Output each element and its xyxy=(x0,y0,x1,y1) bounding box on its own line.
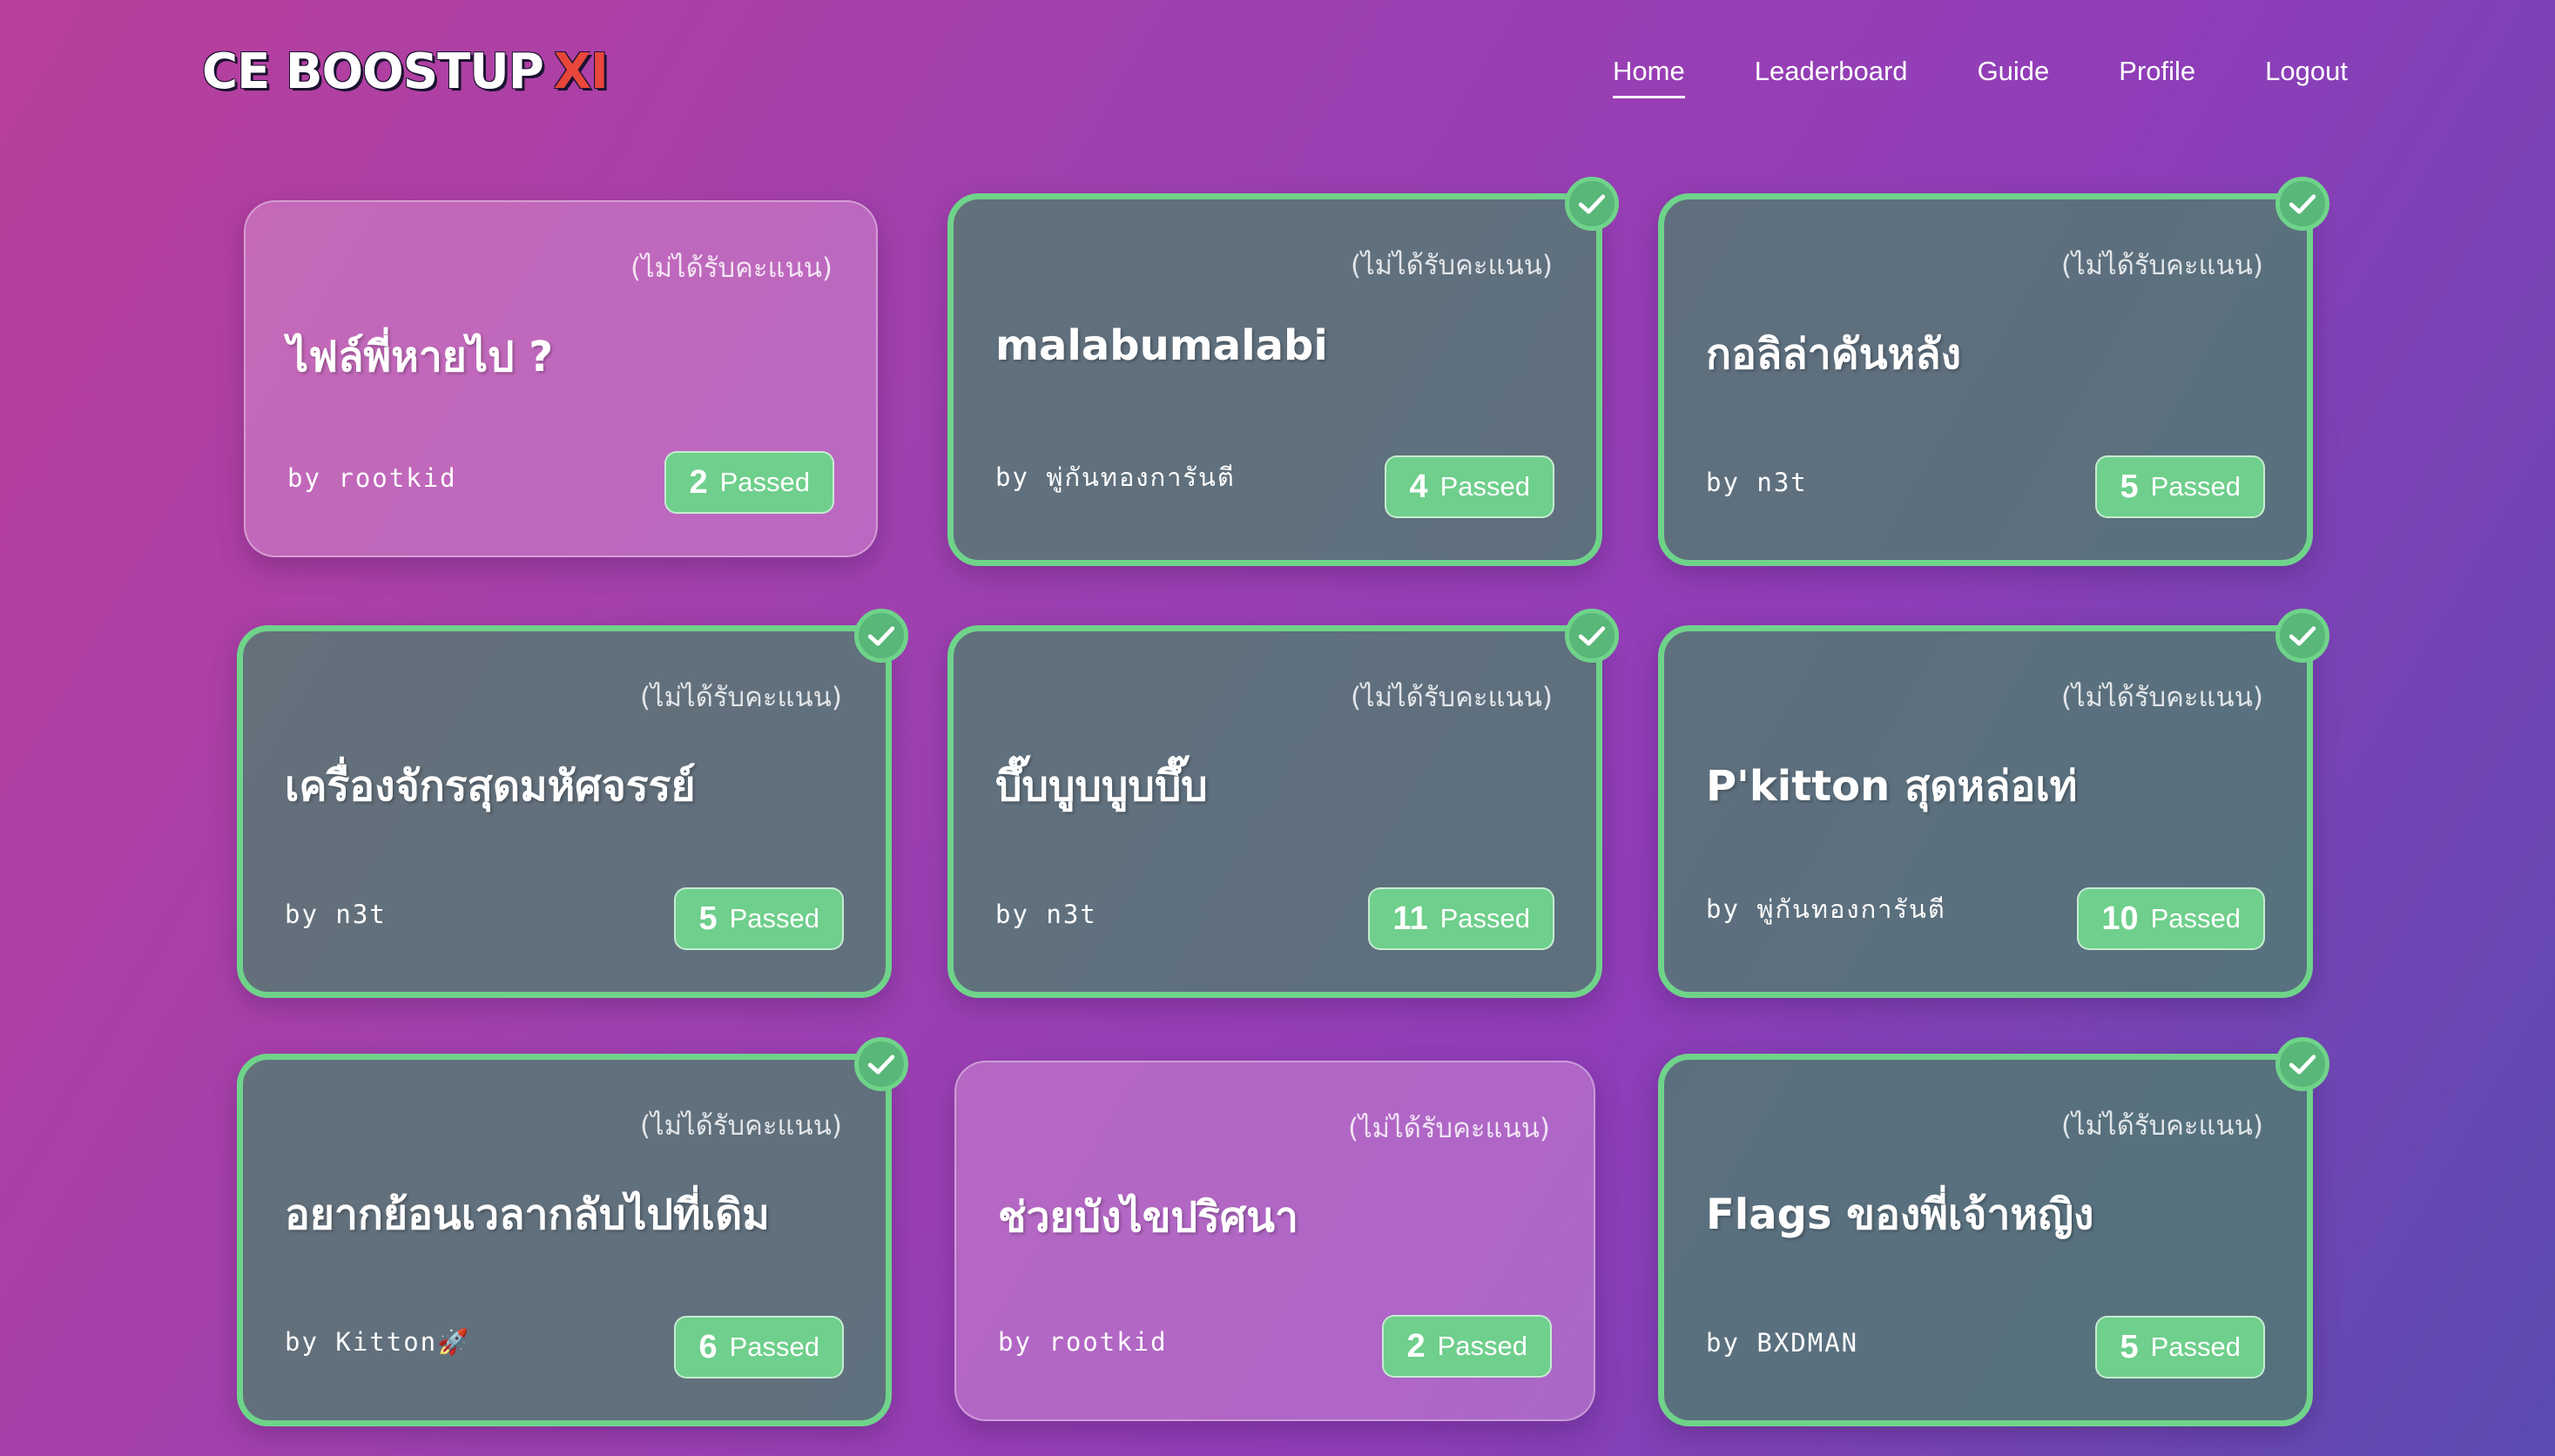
passed-badge: 4 Passed xyxy=(1385,455,1554,518)
challenge-card[interactable]: (ไม่ได้รับคะแนน) กอลิล่าคันหลัง by n3t 5… xyxy=(1658,177,2329,566)
challenge-grid: (ไม่ได้รับคะแนน) ไฟล์พี่หายไป ? by rootk… xyxy=(0,0,2555,1456)
solved-check-icon xyxy=(854,609,908,663)
challenge-author: by rootkid xyxy=(287,463,457,493)
passed-badge: 5 Passed xyxy=(674,887,844,950)
passed-count: 11 xyxy=(1392,900,1428,937)
challenge-card[interactable]: (ไม่ได้รับคะแนน) P'kitton สุดหล่อเท่ by … xyxy=(1658,609,2329,998)
challenge-author: by n3t xyxy=(1706,468,1808,497)
passed-count: 5 xyxy=(2120,1328,2139,1365)
passed-count: 2 xyxy=(689,463,708,501)
passed-label: Passed xyxy=(2150,1331,2241,1362)
solved-check-icon xyxy=(1565,177,1619,231)
score-note: (ไม่ได้รับคะแนน) xyxy=(639,1110,842,1142)
challenge-title: ไฟล์พี่หายไป ? xyxy=(287,333,554,381)
solved-check-icon xyxy=(2275,609,2329,663)
challenge-title: malabumalabi xyxy=(995,321,1328,370)
score-note: (ไม่ได้รับคะแนน) xyxy=(1350,250,1553,281)
challenge-title: ช่วยบังไขปริศนา xyxy=(998,1193,1298,1242)
challenge-author: by BXDMAN xyxy=(1706,1328,1859,1358)
challenge-title: เครื่องจักรสุดมหัศจรรย์ xyxy=(285,762,696,811)
challenge-card[interactable]: (ไม่ได้รับคะแนน) ช่วยบังไขปริศนา by root… xyxy=(954,1061,1595,1421)
solved-check-icon xyxy=(2275,177,2329,231)
passed-badge: 11 Passed xyxy=(1368,887,1554,950)
challenge-title: อยากย้อนเวลากลับไปที่เดิม xyxy=(285,1190,770,1239)
challenge-card[interactable]: (ไม่ได้รับคะแนน) เครื่องจักรสุดมหัศจรรย์… xyxy=(237,609,908,998)
passed-label: Passed xyxy=(1439,471,1530,502)
challenge-card[interactable]: (ไม่ได้รับคะแนน) ไฟล์พี่หายไป ? by rootk… xyxy=(244,200,878,557)
passed-badge: 5 Passed xyxy=(2095,455,2265,518)
score-note: (ไม่ได้รับคะแนน) xyxy=(2060,1110,2263,1142)
challenge-author: by พู่กันทองการันตี xyxy=(995,462,1236,492)
passed-label: Passed xyxy=(2150,903,2241,934)
challenge-title: บึ๊บบูบบูบบึ๊บ xyxy=(995,762,1208,811)
challenge-card[interactable]: (ไม่ได้รับคะแนน) บึ๊บบูบบูบบึ๊บ by n3t 1… xyxy=(947,609,1619,998)
score-note: (ไม่ได้รับคะแนน) xyxy=(1347,1113,1550,1144)
passed-count: 4 xyxy=(1409,468,1428,505)
solved-check-icon xyxy=(1565,609,1619,663)
challenge-author: by rootkid xyxy=(998,1327,1168,1357)
challenge-author: by พู่กันทองการันตี xyxy=(1706,894,1946,924)
score-note: (ไม่ได้รับคะแนน) xyxy=(630,253,833,284)
challenge-title: Flags ของพี่เจ้าหญิง xyxy=(1706,1190,2094,1239)
passed-label: Passed xyxy=(729,1331,819,1362)
passed-badge: 6 Passed xyxy=(674,1316,844,1378)
solved-check-icon xyxy=(854,1037,908,1091)
passed-count: 10 xyxy=(2101,900,2139,937)
passed-label: Passed xyxy=(719,467,810,497)
score-note: (ไม่ได้รับคะแนน) xyxy=(2060,682,2263,713)
passed-badge: 2 Passed xyxy=(664,451,834,514)
passed-label: Passed xyxy=(729,903,819,934)
challenge-title: กอลิล่าคันหลัง xyxy=(1706,330,1962,379)
challenge-card[interactable]: (ไม่ได้รับคะแนน) Flags ของพี่เจ้าหญิง by… xyxy=(1658,1037,2329,1426)
passed-label: Passed xyxy=(1437,1331,1527,1361)
passed-count: 5 xyxy=(698,900,718,937)
passed-count: 6 xyxy=(698,1328,718,1365)
passed-count: 2 xyxy=(1406,1327,1426,1365)
challenge-title: P'kitton สุดหล่อเท่ xyxy=(1706,762,2078,811)
passed-label: Passed xyxy=(1439,903,1530,934)
passed-label: Passed xyxy=(2150,471,2241,502)
score-note: (ไม่ได้รับคะแนน) xyxy=(2060,250,2263,281)
passed-count: 5 xyxy=(2120,468,2139,505)
challenge-author: by Kitton🚀 xyxy=(285,1327,471,1357)
solved-check-icon xyxy=(2275,1037,2329,1091)
passed-badge: 5 Passed xyxy=(2095,1316,2265,1378)
passed-badge: 2 Passed xyxy=(1382,1315,1552,1378)
passed-badge: 10 Passed xyxy=(2077,887,2265,950)
challenge-author: by n3t xyxy=(285,900,387,929)
challenge-card[interactable]: (ไม่ได้รับคะแนน) อยากย้อนเวลากลับไปที่เด… xyxy=(237,1037,908,1426)
challenge-card[interactable]: (ไม่ได้รับคะแนน) malabumalabi by พู่กันท… xyxy=(947,177,1619,566)
challenge-author: by n3t xyxy=(995,900,1097,929)
score-note: (ไม่ได้รับคะแนน) xyxy=(639,682,842,713)
score-note: (ไม่ได้รับคะแนน) xyxy=(1350,682,1553,713)
